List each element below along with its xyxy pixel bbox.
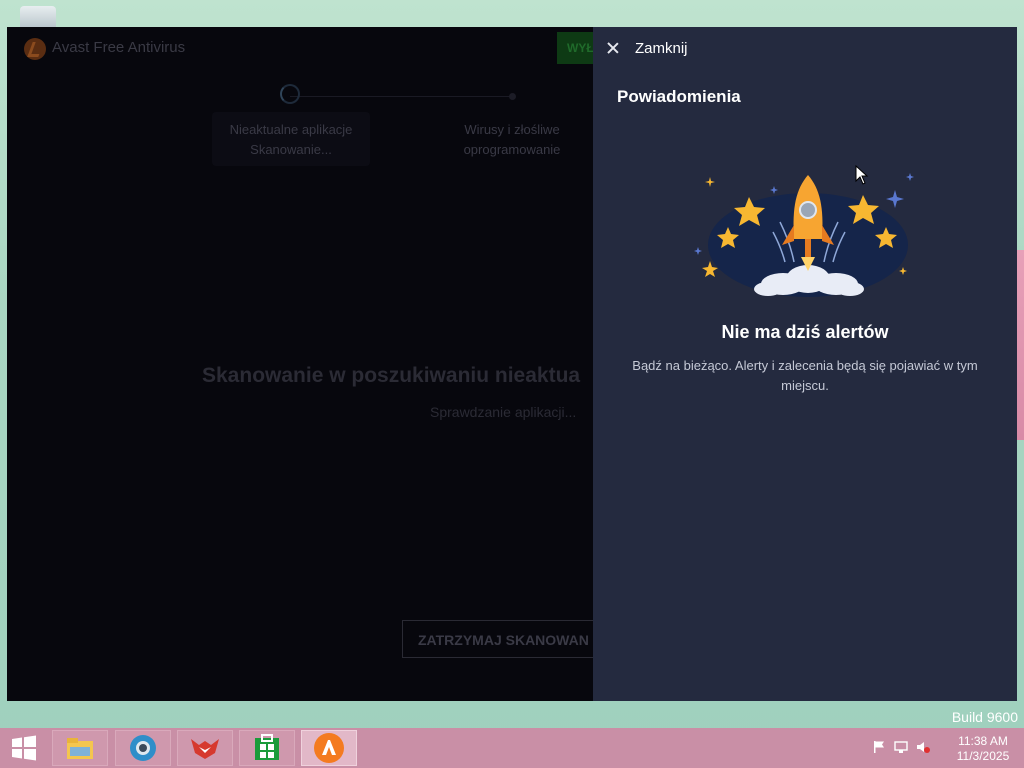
empty-state-description: Bądź na bieżąco. Alerty i zalecenia będą… [632,358,978,393]
taskbar-fox-app[interactable] [177,730,233,766]
taskbar: 11:38 AM 11/3/2025 [0,728,1024,768]
stop-scan-button[interactable]: ZATRZYMAJ SKANOWAN [402,620,612,658]
taskbar-avast[interactable] [301,730,357,766]
clock-date: 11/3/2025 [956,749,1010,763]
close-label[interactable]: Zamknij [635,40,688,57]
taskbar-file-explorer[interactable] [52,730,108,766]
system-tray [872,740,930,754]
mouse-cursor-icon [855,165,869,185]
notifications-panel: Zamknij Powiadomienia Nie ma dziś alertó… [593,27,1017,701]
build-watermark: Build 9600 [951,709,1018,725]
step-dot-icon [509,93,516,100]
app-title: Avast Free Antivirus [52,39,186,56]
desktop-window-edge [1016,250,1024,440]
fox-app-icon [191,739,219,759]
clock-time: 11:38 AM [958,734,1008,748]
taskbar-store[interactable] [239,730,295,766]
network-icon[interactable] [894,740,908,754]
windows-start-icon[interactable] [8,734,40,762]
scan-heading: Skanowanie w poszukiwaniu nieaktua [202,364,581,387]
recycle-bin-icon[interactable] [20,6,56,28]
step-label-cont: oprogramowanie [463,142,561,157]
action-center-flag-icon[interactable] [872,740,886,754]
close-button[interactable]: Zamknij [607,37,688,59]
empty-state-title: Nie ma dziś alertów [721,322,889,342]
step-label: Wirusy i złośliwe [464,122,560,137]
store-icon [255,734,279,760]
step-label: Nieaktualne aplikacje [229,122,353,137]
scan-status: Sprawdzanie aplikacji... [430,404,577,420]
taskbar-browser[interactable] [115,730,171,766]
close-icon[interactable] [607,42,619,54]
step-outdated-apps: Nieaktualne aplikacje Skanowanie... [212,120,370,160]
step-spinner-icon [280,84,300,104]
step-viruses: Wirusy i złośliwe oprogramowanie [437,120,587,160]
progress-track [290,96,512,97]
panel-title: Powiadomienia [617,87,741,106]
avast-icon [314,733,344,763]
volume-muted-icon[interactable] [916,740,930,754]
avast-logo-icon [24,38,46,60]
browser-globe-icon [130,735,156,761]
file-explorer-icon [67,738,93,759]
step-status: Skanowanie... [250,142,332,157]
system-clock[interactable]: 11:38 AM 11/3/2025 [948,734,1018,764]
rocket-stars-illustration [694,173,914,297]
